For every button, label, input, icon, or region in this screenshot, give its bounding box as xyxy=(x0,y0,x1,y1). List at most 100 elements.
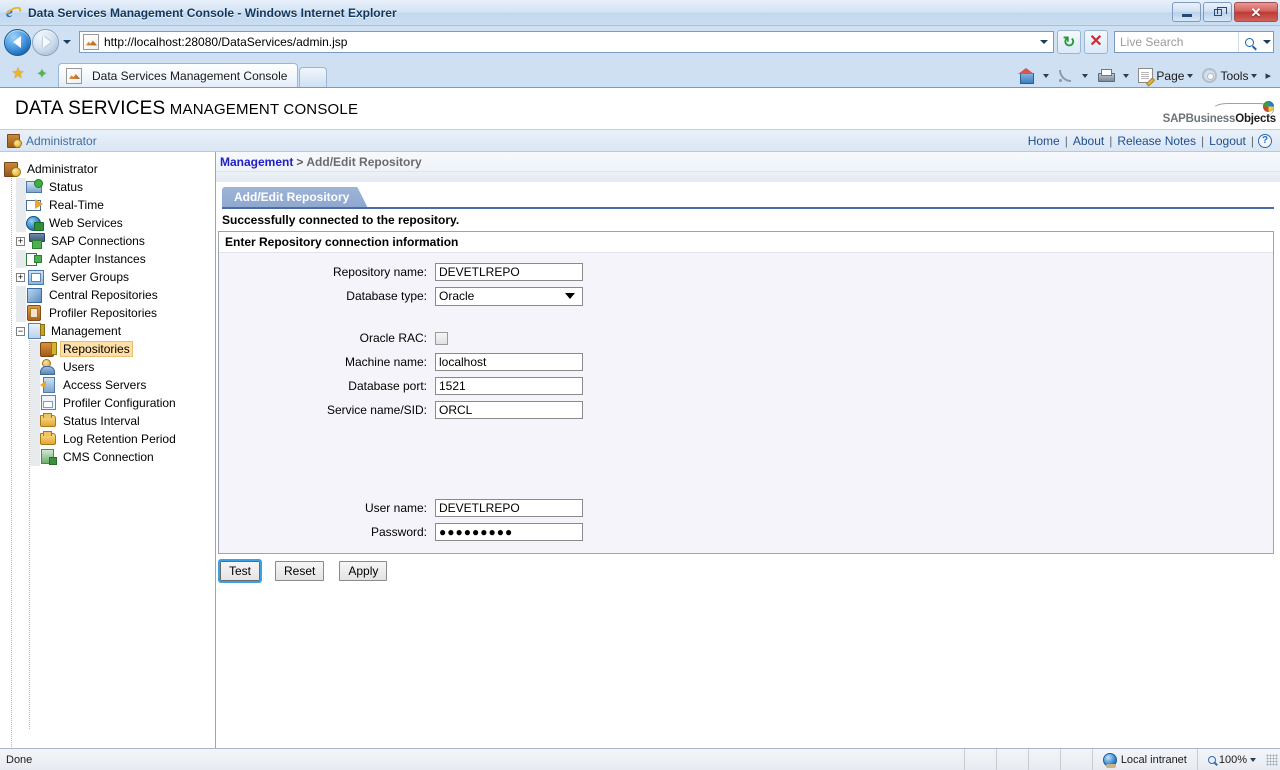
field-label-oracle-rac: Oracle RAC: xyxy=(359,331,427,345)
search-box[interactable]: Live Search xyxy=(1114,31,1274,53)
breadcrumb: Management > Add/Edit Repository xyxy=(216,152,1280,172)
zoom-level: 100% xyxy=(1218,753,1247,766)
tree-connector xyxy=(16,196,26,214)
form-row-password: Password: ●●●●●●●●● xyxy=(219,521,1273,543)
sidebar-item-central-repositories[interactable]: Central Repositories xyxy=(4,286,215,304)
reset-button[interactable]: Reset xyxy=(275,561,325,581)
forward-button[interactable] xyxy=(32,28,59,56)
page-title: DATA SERVICES MANAGEMENT CONSOLE xyxy=(15,98,358,120)
sidebar-item-label: CMS Connection xyxy=(63,450,154,464)
tools-menu-button[interactable]: Tools xyxy=(1198,66,1261,85)
chevron-down-icon xyxy=(1082,73,1089,78)
breadcrumb-filler xyxy=(216,172,1280,183)
logo-sap: SAP xyxy=(1162,113,1186,125)
sidebar-item-profiler-repositories[interactable]: Profiler Repositories xyxy=(4,304,215,322)
input-database-port[interactable]: 1521 xyxy=(435,377,583,395)
sidebar-item-label: Central Repositories xyxy=(49,288,158,302)
sidebar-item-management[interactable]: − Management xyxy=(4,322,215,340)
browser-tab[interactable]: Data Services Management Console xyxy=(58,63,299,87)
print-button[interactable] xyxy=(1093,67,1118,85)
favorites-center-button[interactable]: ★ xyxy=(6,61,30,85)
close-button[interactable]: ✕ xyxy=(1234,2,1278,22)
sidebar-item-cms-connection[interactable]: CMS Connection xyxy=(4,448,215,466)
restore-button[interactable] xyxy=(1203,2,1232,22)
form-row-oracle-rac: Oracle RAC: xyxy=(219,327,1273,349)
checkbox-oracle-rac[interactable] xyxy=(435,331,448,345)
expand-icon[interactable]: + xyxy=(16,272,25,282)
input-service-namesid[interactable]: ORCL xyxy=(435,401,583,419)
sidebar-item-server-groups[interactable]: + Server Groups xyxy=(4,268,215,286)
sidebar-item-status-interval[interactable]: Status Interval xyxy=(4,412,215,430)
field-label-repository-name: Repository name: xyxy=(332,265,427,279)
status-bar-message: Done xyxy=(6,753,33,766)
expand-icon[interactable]: + xyxy=(16,236,25,246)
print-dropdown[interactable] xyxy=(1119,72,1133,80)
overflow-chevron-icon[interactable]: ▸ xyxy=(1262,69,1274,82)
resize-grip[interactable] xyxy=(1266,753,1278,766)
tab-add-edit-repository[interactable]: Add/Edit Repository xyxy=(222,187,367,207)
search-provider-dropdown[interactable] xyxy=(1260,32,1273,52)
sidebar-item-status[interactable]: Status xyxy=(4,178,215,196)
globe-icon xyxy=(1102,752,1117,768)
sidebar-item-users[interactable]: Users xyxy=(4,358,215,376)
sidebar-item-administrator[interactable]: Administrator xyxy=(4,160,215,178)
home-button[interactable] xyxy=(1014,66,1038,85)
back-button[interactable] xyxy=(4,28,31,56)
input-password[interactable]: ●●●●●●●●● xyxy=(435,523,583,541)
form-row-user-name: User name: DEVETLREPO xyxy=(219,497,1273,519)
page-menu-button[interactable]: Page xyxy=(1134,66,1197,85)
sidebar-item-repositories[interactable]: Repositories xyxy=(4,340,215,358)
sidebar-item-log-retention-period[interactable]: Log Retention Period xyxy=(4,430,215,448)
nav-link-home[interactable]: Home xyxy=(1023,134,1065,148)
sidebar-item-profiler-configuration[interactable]: Profiler Configuration xyxy=(4,394,215,412)
feeds-dropdown[interactable] xyxy=(1078,72,1092,80)
sidebar-item-label: Repositories xyxy=(60,341,133,357)
test-button[interactable]: Test xyxy=(217,559,263,583)
address-bar[interactable]: http://localhost:28080/DataServices/admi… xyxy=(79,31,1054,53)
field-label-machine-name: Machine name: xyxy=(344,355,427,369)
history-dropdown-button[interactable] xyxy=(59,29,75,56)
nav-link-logout[interactable]: Logout xyxy=(1204,134,1251,148)
input-user-name[interactable]: DEVETLREPO xyxy=(435,499,583,517)
nav-link-about[interactable]: About xyxy=(1068,134,1109,148)
help-icon[interactable]: ? xyxy=(1258,133,1272,148)
printer-icon xyxy=(1097,68,1116,83)
forward-arrow-icon xyxy=(42,36,51,48)
minimize-button[interactable] xyxy=(1172,2,1201,22)
panel-tab-zone: Add/Edit Repository xyxy=(216,183,1280,207)
field-label-user-name: User name: xyxy=(364,501,427,515)
sidebar-item-access-servers[interactable]: Access Servers xyxy=(4,376,215,394)
breadcrumb-link-management[interactable]: Management xyxy=(220,155,293,169)
search-button[interactable] xyxy=(1238,32,1260,52)
sidebar-item-web-services[interactable]: Web Services xyxy=(4,214,215,232)
sidebar-item-sap-connections[interactable]: + SAP Connections xyxy=(4,232,215,250)
tree-connector xyxy=(30,340,40,358)
administrator-label: Administrator xyxy=(26,133,97,148)
stop-button[interactable]: ✕ xyxy=(1084,30,1108,54)
home-dropdown[interactable] xyxy=(1039,72,1053,80)
new-tab-button[interactable] xyxy=(299,67,328,87)
input-repository-name[interactable]: DEVETLREPO xyxy=(435,263,583,281)
feeds-button[interactable] xyxy=(1054,66,1077,85)
apply-button[interactable]: Apply xyxy=(339,561,388,581)
collapse-icon[interactable]: − xyxy=(16,326,25,336)
cms-icon xyxy=(40,449,57,465)
field-label-database-type: Database type: xyxy=(346,289,427,303)
sidebar-item-label: Users xyxy=(63,360,95,374)
status-cell xyxy=(963,749,996,770)
refresh-button[interactable]: ↻ xyxy=(1057,30,1081,54)
title-bar: e Data Services Management Console - Win… xyxy=(0,0,1280,26)
nav-link-release-notes[interactable]: Release Notes xyxy=(1112,134,1201,148)
sidebar-item-adapter-instances[interactable]: Adapter Instances xyxy=(4,250,215,268)
zoom-control[interactable]: 100% xyxy=(1196,749,1262,770)
status-cell xyxy=(1059,749,1092,770)
security-zone-indicator[interactable]: Local intranet xyxy=(1091,749,1197,770)
address-dropdown-button[interactable] xyxy=(1036,32,1051,52)
sidebar-item-real-time[interactable]: Real-Time xyxy=(4,196,215,214)
select-database-type[interactable]: Oracle xyxy=(435,286,583,306)
add-to-favorites-button[interactable]: ✦ xyxy=(30,61,54,85)
input-machine-name[interactable]: localhost xyxy=(435,353,583,371)
tab-favicon-icon xyxy=(66,67,82,84)
page-menu-label: Page xyxy=(1156,68,1185,83)
field-label-database-port: Database port: xyxy=(348,379,427,393)
